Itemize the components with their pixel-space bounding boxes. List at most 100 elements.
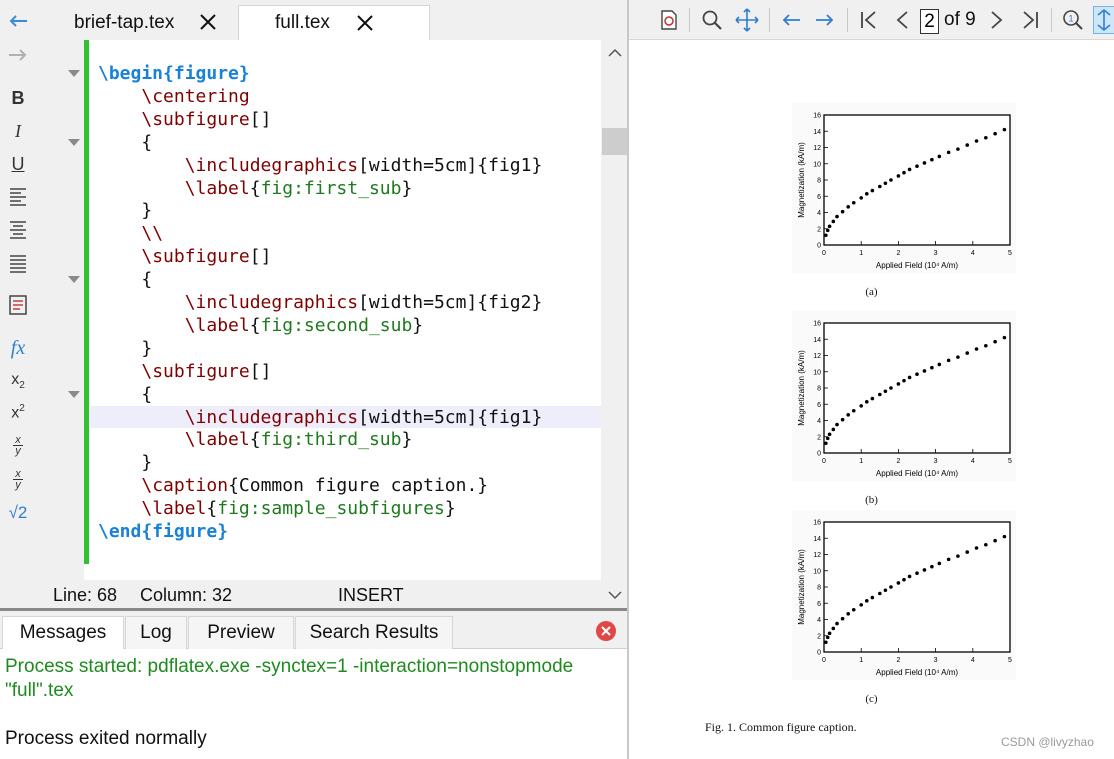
close-tab-icon[interactable]	[198, 12, 218, 32]
scroll-up-icon[interactable]	[608, 48, 622, 58]
first-page-icon[interactable]	[857, 8, 881, 32]
message-line: Process started: pdflatex.exe -synctex=1…	[5, 656, 574, 677]
data-point	[827, 224, 832, 229]
forward-arrow-icon[interactable]	[0, 40, 36, 70]
underline-icon[interactable]: U	[0, 149, 36, 179]
next-page-icon[interactable]	[984, 8, 1008, 32]
fold-toggle-icon[interactable]	[68, 70, 80, 77]
italic-icon[interactable]: I	[0, 116, 36, 146]
align-left-icon[interactable]	[0, 182, 36, 212]
subscript-icon[interactable]: x2	[0, 366, 36, 396]
code-line[interactable]: }	[98, 451, 152, 474]
y-tick-label: 0	[817, 650, 821, 657]
code-line[interactable]: \includegraphics[width=5cm]{fig1}	[98, 154, 543, 177]
tab-search-results[interactable]: Search Results	[295, 616, 453, 649]
data-point	[902, 378, 906, 383]
zoom-100-icon[interactable]: 1	[1061, 8, 1085, 32]
code-line[interactable]: \caption{Common figure caption.}	[98, 474, 488, 497]
tab-messages[interactable]: Messages	[2, 616, 124, 649]
data-point	[1002, 127, 1007, 132]
code-line[interactable]: \includegraphics[width=5cm]{fig1}	[98, 406, 543, 429]
zoom-icon[interactable]	[700, 8, 724, 32]
pdf-viewer[interactable]: 0 1 2 3 4 5 0 2 4 6 8 10 12 14 16 Applied Field (10⁴ A/…	[629, 41, 1114, 759]
code-line[interactable]: \subfigure[]	[98, 360, 271, 383]
data-point	[937, 362, 942, 367]
code-token: {	[141, 131, 153, 153]
y-tick-label: 12	[813, 353, 821, 360]
code-token: \centering	[141, 85, 250, 107]
fold-toggle-icon[interactable]	[68, 276, 80, 284]
code-token: []	[249, 108, 272, 130]
format-toolbar: B I U fx x2 x2 xy xy √2	[0, 0, 36, 610]
insert-item-icon[interactable]	[0, 290, 36, 320]
code-line[interactable]: {	[98, 383, 152, 406]
bold-icon[interactable]: B	[0, 83, 36, 113]
data-point	[870, 595, 875, 600]
tab-log[interactable]: Log	[125, 616, 187, 649]
data-point	[864, 400, 869, 404]
last-page-icon[interactable]	[1018, 8, 1042, 32]
y-tick-label: 10	[813, 568, 821, 575]
code-line[interactable]: \\	[98, 222, 163, 245]
tab-full[interactable]: full.tex	[238, 5, 430, 40]
data-point	[883, 588, 888, 593]
code-line[interactable]: \label{fig:second_sub}	[98, 314, 423, 337]
code-token: }	[401, 177, 413, 199]
data-point	[883, 181, 888, 186]
tab-brief-tap[interactable]: brief-tap.tex	[36, 5, 236, 40]
fold-toggle-icon[interactable]	[68, 138, 80, 146]
scroll-down-icon[interactable]	[608, 590, 622, 600]
data-point	[965, 143, 970, 147]
prev-page-icon[interactable]	[891, 8, 915, 32]
code-line[interactable]: \label{fig:sample_subfigures}	[98, 497, 455, 520]
code-line[interactable]: \includegraphics[width=5cm]{fig2}	[98, 291, 543, 314]
code-line[interactable]: \end{figure}	[98, 520, 228, 543]
code-editor[interactable]: \begin{figure} \centering \subfigure[] {…	[90, 40, 601, 580]
code-token: \subfigure	[141, 246, 250, 268]
back-arrow-icon[interactable]	[0, 6, 36, 36]
fold-toggle-icon[interactable]	[68, 390, 80, 398]
data-point	[930, 157, 934, 162]
x-tick-label: 3	[934, 458, 938, 465]
code-line[interactable]: \begin{figure}	[98, 62, 250, 85]
code-token: }	[141, 452, 153, 474]
code-line[interactable]: {	[98, 268, 152, 291]
modified-marker	[84, 40, 89, 564]
next-arrow-icon[interactable]	[813, 8, 837, 32]
code-line[interactable]: }	[98, 199, 152, 222]
tab-preview[interactable]: Preview	[188, 616, 294, 649]
prev-arrow-icon[interactable]	[779, 8, 803, 32]
close-panel-icon[interactable]	[596, 621, 616, 641]
code-line[interactable]: \centering	[98, 85, 250, 108]
editor-scrollbar[interactable]	[601, 40, 628, 608]
page-number-input[interactable]: 2	[920, 9, 939, 34]
scroll-thumb[interactable]	[602, 128, 627, 155]
code-line[interactable]: \subfigure[]	[98, 245, 271, 268]
data-point	[827, 631, 832, 636]
function-fx-icon[interactable]: fx	[0, 333, 36, 363]
fraction-icon[interactable]: xy	[0, 430, 36, 460]
align-justify-icon[interactable]	[0, 249, 36, 279]
code-token: \end	[98, 521, 142, 542]
data-point	[915, 164, 919, 168]
superscript-icon[interactable]: x2	[0, 398, 36, 428]
data-point	[835, 422, 839, 427]
sync-pdf-icon[interactable]	[657, 8, 681, 32]
close-tab-icon[interactable]	[355, 13, 375, 33]
fit-icon[interactable]	[1093, 6, 1114, 34]
data-point	[878, 184, 882, 189]
code-token: }	[141, 337, 153, 359]
data-point	[930, 564, 934, 569]
fraction-alt-icon[interactable]: xy	[0, 464, 36, 494]
watermark: CSDN @livyzhao	[1001, 735, 1094, 749]
code-line[interactable]: }	[98, 337, 152, 360]
code-line[interactable]: {	[98, 131, 152, 154]
data-point	[878, 591, 882, 596]
data-point	[984, 542, 988, 547]
code-line[interactable]: \label{fig:third_sub}	[98, 428, 413, 451]
code-line[interactable]: \label{fig:first_sub}	[98, 177, 413, 200]
align-center-icon[interactable]	[0, 215, 36, 245]
square-root-icon[interactable]: √2	[0, 498, 36, 528]
pan-icon[interactable]	[735, 8, 759, 32]
code-line[interactable]: \subfigure[]	[98, 108, 271, 131]
